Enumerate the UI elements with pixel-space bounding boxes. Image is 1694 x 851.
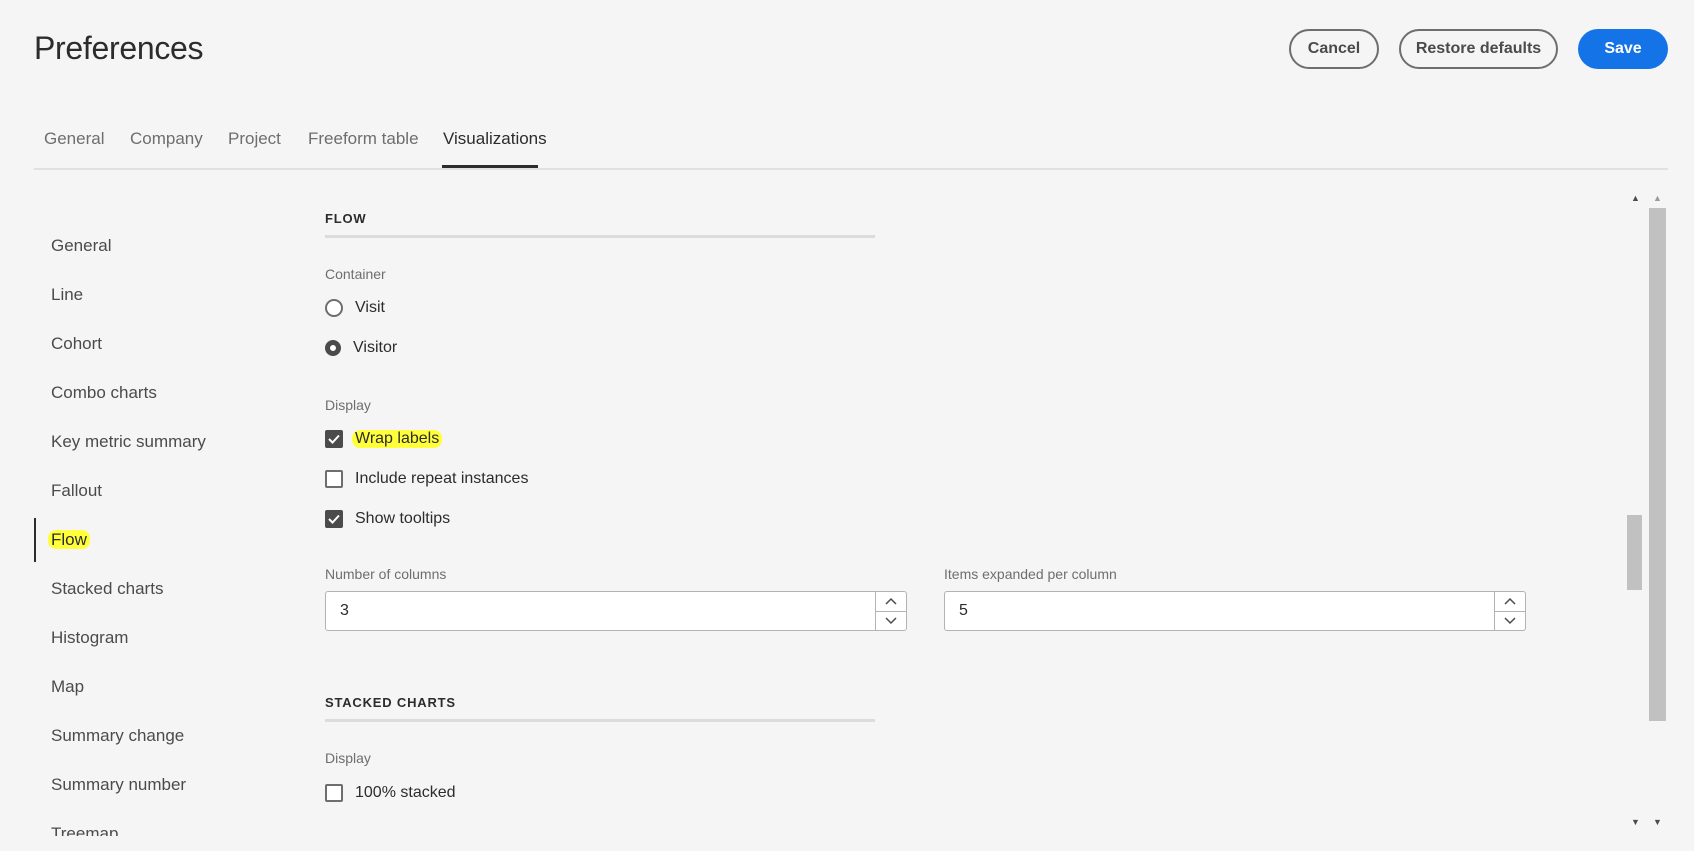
chevron-down-icon[interactable] xyxy=(876,612,906,631)
radio-visit[interactable]: Visit xyxy=(325,299,385,317)
stacked-charts-section-title: STACKED CHARTS xyxy=(325,695,456,710)
sidebar-item-combo-charts[interactable]: Combo charts xyxy=(51,383,157,403)
tab-bar: General Company Project Freeform table V… xyxy=(34,122,1668,170)
include-repeat-instances-checkbox[interactable] xyxy=(325,470,343,488)
items-expanded-input[interactable]: 5 xyxy=(945,592,1495,630)
sidebar-item-flow-label: Flow xyxy=(48,530,90,549)
outer-scrollbar-thumb[interactable] xyxy=(1649,208,1666,721)
chevron-down-icon[interactable] xyxy=(1495,612,1525,631)
checkbox-include-repeat-instances[interactable]: Include repeat instances xyxy=(325,470,528,488)
radio-visitor-control[interactable] xyxy=(325,340,341,356)
number-of-columns-input[interactable]: 3 xyxy=(326,592,876,630)
stacked-charts-section-divider xyxy=(325,719,875,722)
selected-nav-indicator xyxy=(34,518,36,562)
save-button[interactable]: Save xyxy=(1578,29,1668,69)
checkmark-icon xyxy=(328,514,340,524)
items-expanded-stepper: 5 xyxy=(944,591,1526,631)
restore-defaults-button[interactable]: Restore defaults xyxy=(1399,29,1558,69)
100-stacked-checkbox[interactable] xyxy=(325,784,343,802)
chevron-up-icon[interactable] xyxy=(1495,592,1525,612)
checkmark-icon xyxy=(328,434,340,444)
sidebar-item-map[interactable]: Map xyxy=(51,677,84,697)
tab-general[interactable]: General xyxy=(44,129,104,149)
flow-section-title: FLOW xyxy=(325,211,367,226)
radio-visit-label: Visit xyxy=(355,299,385,316)
number-of-columns-label: Number of columns xyxy=(325,566,447,582)
number-of-columns-stepper: 3 xyxy=(325,591,907,631)
tab-visualizations[interactable]: Visualizations xyxy=(443,129,547,149)
show-tooltips-label: Show tooltips xyxy=(355,510,451,527)
outer-scroll-down-icon[interactable]: ▼ xyxy=(1653,817,1662,827)
active-tab-indicator xyxy=(442,165,538,168)
radio-visitor-label: Visitor xyxy=(353,339,398,356)
sidebar-item-stacked-charts[interactable]: Stacked charts xyxy=(51,579,163,599)
chevron-up-icon[interactable] xyxy=(876,592,906,612)
sidebar-nav: General Line Cohort Combo charts Key met… xyxy=(34,222,274,836)
sidebar-item-key-metric-summary[interactable]: Key metric summary xyxy=(51,432,206,452)
scroll-down-icon[interactable]: ▼ xyxy=(1631,817,1640,827)
page-title: Preferences xyxy=(34,30,204,66)
checkbox-show-tooltips[interactable]: Show tooltips xyxy=(325,510,450,528)
container-label: Container xyxy=(325,266,386,282)
sidebar-item-histogram[interactable]: Histogram xyxy=(51,628,128,648)
checkbox-100-stacked[interactable]: 100% stacked xyxy=(325,784,456,802)
radio-visitor[interactable]: Visitor xyxy=(325,339,397,357)
content-scrollbar-thumb[interactable] xyxy=(1627,515,1642,590)
sidebar-item-general[interactable]: General xyxy=(51,236,111,256)
100-stacked-label: 100% stacked xyxy=(355,784,456,801)
sidebar-item-summary-change[interactable]: Summary change xyxy=(51,726,184,746)
sidebar-item-treemap[interactable]: Treemap xyxy=(51,824,118,836)
checkbox-wrap-labels[interactable]: Wrap labels xyxy=(325,430,443,448)
wrap-labels-label: Wrap labels xyxy=(352,430,443,448)
include-repeat-instances-label: Include repeat instances xyxy=(355,470,529,487)
show-tooltips-checkbox[interactable] xyxy=(325,510,343,528)
sidebar-item-summary-number[interactable]: Summary number xyxy=(51,775,186,795)
stacked-display-label: Display xyxy=(325,750,371,766)
sidebar-item-fallout[interactable]: Fallout xyxy=(51,481,102,501)
cancel-button[interactable]: Cancel xyxy=(1289,29,1379,69)
display-label: Display xyxy=(325,397,371,413)
sidebar-item-line[interactable]: Line xyxy=(51,285,83,305)
sidebar-item-flow[interactable]: Flow xyxy=(48,530,90,550)
scroll-up-icon[interactable]: ▲ xyxy=(1631,193,1640,203)
content-scrollbar[interactable] xyxy=(1625,190,1644,830)
tab-company[interactable]: Company xyxy=(130,129,203,149)
outer-scroll-up-icon[interactable]: ▲ xyxy=(1653,193,1662,203)
sidebar-item-cohort[interactable]: Cohort xyxy=(51,334,102,354)
flow-section-divider xyxy=(325,235,875,238)
tab-freeform-table[interactable]: Freeform table xyxy=(308,129,419,149)
items-expanded-label: Items expanded per column xyxy=(944,566,1117,582)
wrap-labels-checkbox[interactable] xyxy=(325,430,343,448)
radio-visit-control[interactable] xyxy=(325,299,343,317)
tab-project[interactable]: Project xyxy=(228,129,281,149)
